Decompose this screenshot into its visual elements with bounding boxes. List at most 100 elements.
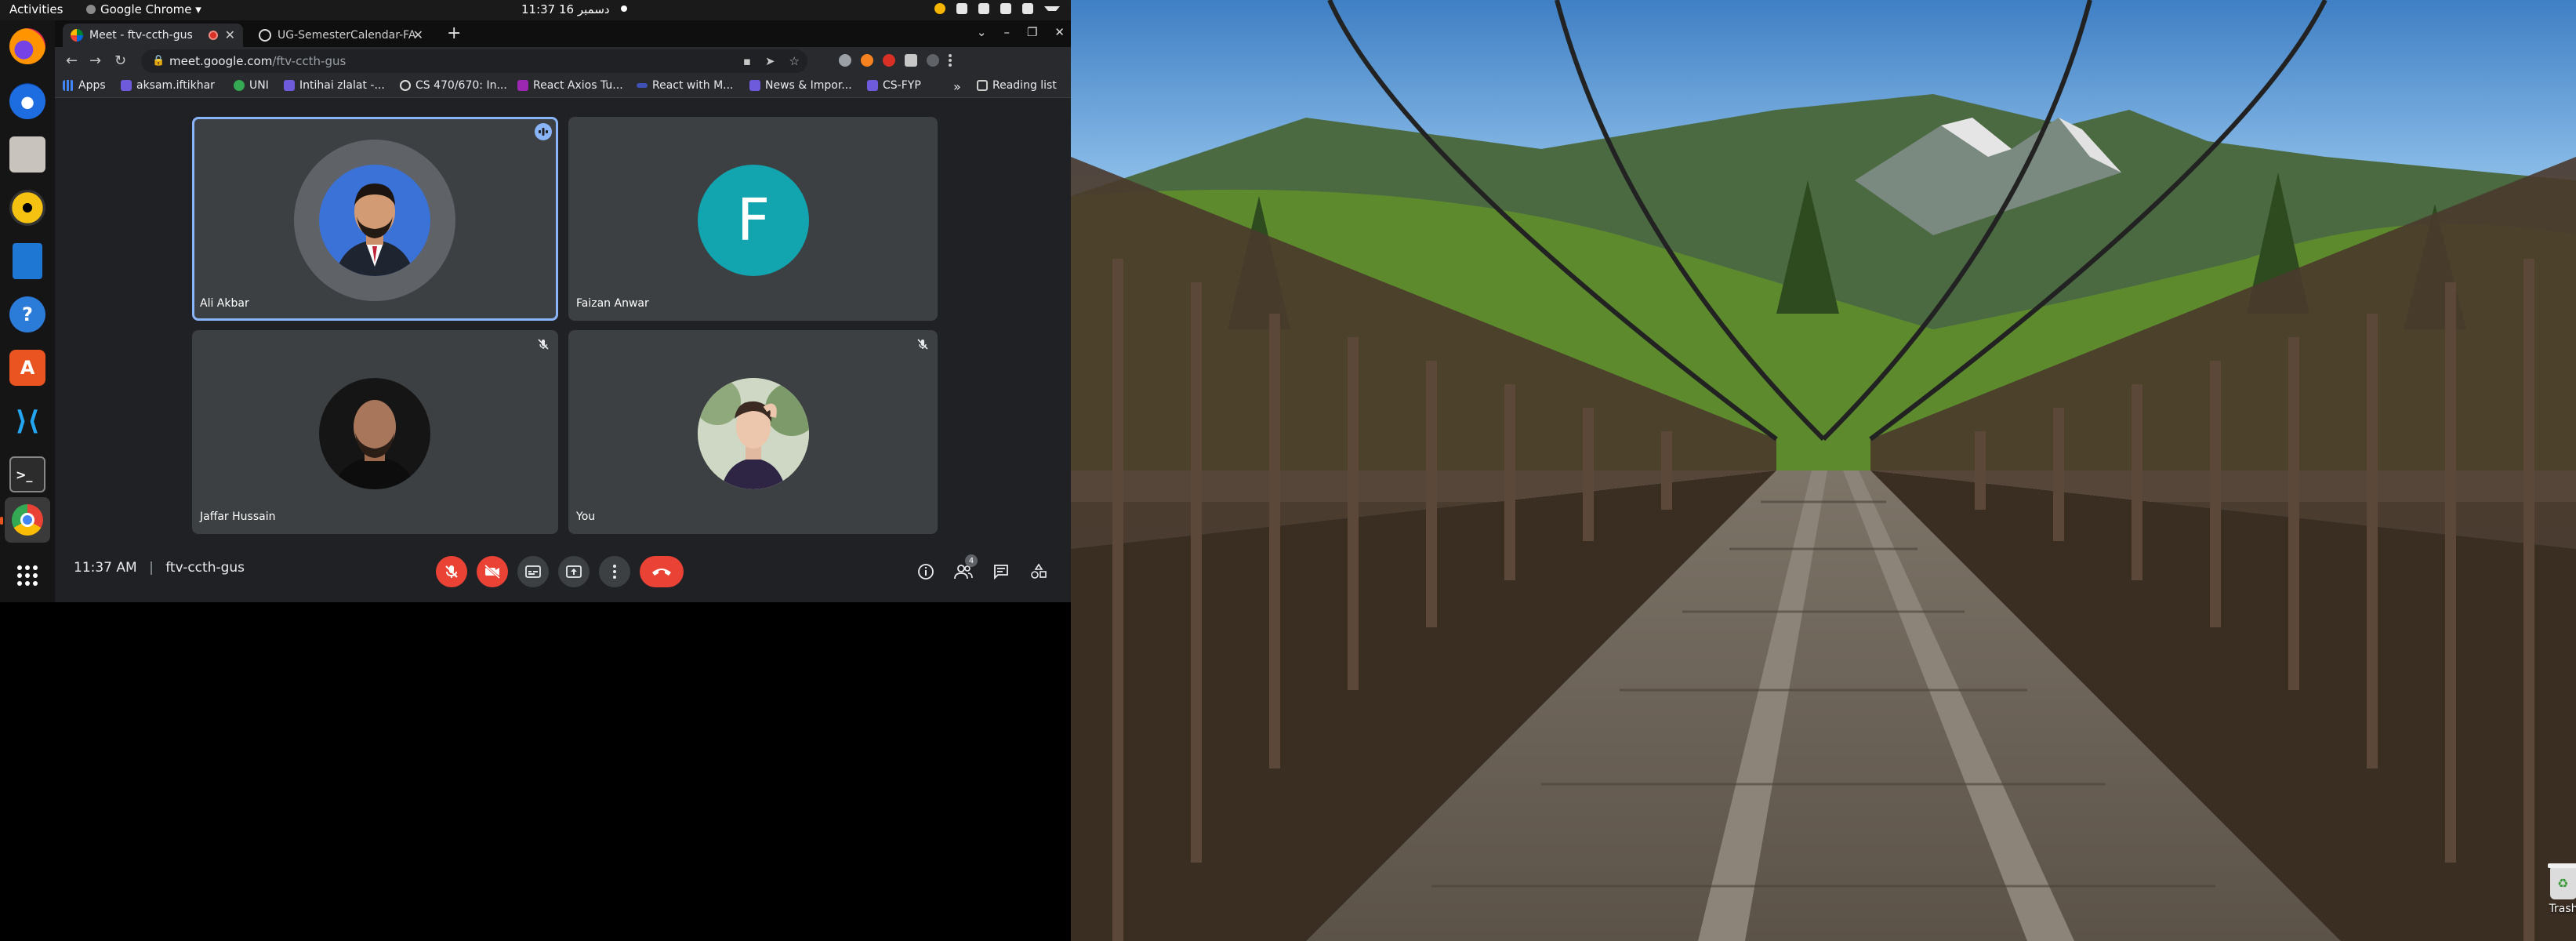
captions-button[interactable] xyxy=(517,556,549,587)
bookmarks-overflow-icon[interactable]: » xyxy=(953,79,961,94)
show-everyone-button[interactable]: 4 xyxy=(954,554,978,581)
participant-count-badge: 4 xyxy=(965,554,978,567)
participant-tile[interactable]: Ali Akbar xyxy=(192,117,558,321)
bookmark-item[interactable]: News & Impor... xyxy=(749,79,852,92)
extension-orange-icon[interactable] xyxy=(861,54,873,67)
bookmark-label: News & Impor... xyxy=(765,79,852,92)
show-applications-icon[interactable] xyxy=(9,558,45,594)
system-tray[interactable] xyxy=(934,3,1060,14)
leave-call-button[interactable] xyxy=(640,556,684,587)
terminal-icon[interactable]: >_ xyxy=(9,456,45,492)
meet-control-bar: 11:37 AM | ftv-ccth-gus 4 xyxy=(55,541,1071,602)
bookmark-item[interactable]: aksam.iftikhar xyxy=(121,79,215,92)
close-window-icon[interactable]: ✕ xyxy=(1054,25,1065,39)
files-icon[interactable] xyxy=(9,136,45,173)
close-tab-icon[interactable]: ✕ xyxy=(225,27,235,42)
bookmark-favicon-icon xyxy=(637,83,648,88)
mic-off-icon xyxy=(445,565,458,578)
vscode-icon[interactable]: ⟩⟨ xyxy=(9,403,45,439)
participant-tile[interactable]: You xyxy=(568,330,938,534)
url-host: meet.google.com xyxy=(169,54,273,68)
closed-captions-icon xyxy=(525,565,541,578)
camera-in-use-icon[interactable]: ▪ xyxy=(743,54,751,68)
participant-name: Faizan Anwar xyxy=(576,297,649,310)
bookmark-favicon-icon xyxy=(400,80,411,91)
url-path: /ftv-ccth-gus xyxy=(272,54,346,68)
meeting-code: ftv-ccth-gus xyxy=(165,560,245,576)
forward-icon[interactable]: → xyxy=(89,53,101,69)
participant-tile[interactable]: F Faizan Anwar xyxy=(568,117,938,321)
url-text: meet.google.com/ftv-ccth-gus xyxy=(169,54,346,68)
network-icon xyxy=(956,3,967,14)
chrome-menu-icon[interactable] xyxy=(949,54,955,67)
help-icon[interactable]: ? xyxy=(9,296,45,332)
participant-tile[interactable]: Jaffar Hussain xyxy=(192,330,558,534)
meeting-details-button[interactable] xyxy=(916,562,935,581)
apps-grid-icon xyxy=(63,80,74,91)
chat-button[interactable] xyxy=(992,562,1010,581)
tab-calendar[interactable]: UG-SemesterCalendar-FA ✕ xyxy=(251,24,431,47)
wallpaper-bridge-image xyxy=(1071,0,2576,941)
avatar xyxy=(698,378,809,489)
bookmark-star-icon[interactable]: ☆ xyxy=(789,54,800,68)
tab-strip: Meet - ftv-ccth-gus ✕ UG-SemesterCalenda… xyxy=(55,20,1071,47)
reading-list-icon xyxy=(977,80,988,91)
bookmark-apps[interactable]: Apps xyxy=(63,79,106,92)
avatar xyxy=(319,165,430,276)
address-bar[interactable]: 🔒 meet.google.com/ftv-ccth-gus ▪ ➤ ☆ xyxy=(141,49,807,73)
send-icon[interactable]: ➤ xyxy=(765,54,775,68)
software-center-icon[interactable]: A xyxy=(9,350,45,386)
present-screen-button[interactable] xyxy=(558,556,590,587)
activities-panel-button[interactable] xyxy=(1029,562,1048,581)
tab-meet[interactable]: Meet - ftv-ccth-gus ✕ xyxy=(63,24,243,47)
reload-icon[interactable]: ↻ xyxy=(114,53,126,69)
recording-indicator-icon xyxy=(620,5,627,12)
minimize-icon[interactable]: – xyxy=(1003,25,1010,39)
muted-mic-icon xyxy=(538,338,549,350)
back-icon[interactable]: ← xyxy=(66,53,78,69)
avatar-initial: F xyxy=(736,187,771,254)
close-tab-icon[interactable]: ✕ xyxy=(413,27,423,42)
bookmark-item[interactable]: CS 470/670: In... xyxy=(400,79,507,92)
app-menu-label: Google Chrome ▾ xyxy=(100,2,201,16)
profile-avatar-icon[interactable] xyxy=(927,54,939,67)
extensions-puzzle-icon[interactable] xyxy=(905,54,917,67)
bookmark-item[interactable]: React Axios Tu... xyxy=(517,79,623,92)
writer-icon[interactable] xyxy=(13,243,42,279)
chrome-icon[interactable] xyxy=(5,497,50,543)
bookmark-item[interactable]: Intihai zlalat -... xyxy=(284,79,385,92)
new-tab-icon[interactable]: + xyxy=(447,24,461,43)
bookmark-item[interactable]: React with M... xyxy=(637,79,734,92)
bookmark-label: React Axios Tu... xyxy=(533,79,623,92)
lock-icon[interactable]: 🔒 xyxy=(152,55,165,67)
desktop-background-dark xyxy=(0,602,1071,941)
omnibox-actions: ▪ ➤ ☆ xyxy=(743,54,800,68)
chrome-indicator-icon xyxy=(934,3,945,14)
bookmark-label: React with M... xyxy=(652,79,734,92)
active-app-indicator xyxy=(0,517,3,525)
maximize-icon[interactable]: ❐ xyxy=(1027,25,1037,39)
rhythmbox-icon[interactable] xyxy=(9,190,45,226)
camera-off-icon xyxy=(484,564,500,579)
toggle-microphone-button[interactable] xyxy=(436,556,467,587)
thunderbird-icon[interactable] xyxy=(9,83,45,119)
extension-grey-icon[interactable] xyxy=(839,54,851,67)
clock[interactable]: 11:37 16 دسمبر xyxy=(521,2,627,16)
trash-desktop-icon[interactable]: ♻ Trash xyxy=(2548,863,2576,915)
meeting-info-text: 11:37 AM | ftv-ccth-gus xyxy=(74,560,245,576)
toggle-camera-button[interactable] xyxy=(477,556,508,587)
bookmark-item[interactable]: UNI xyxy=(234,79,269,92)
extension-red-icon[interactable] xyxy=(883,54,895,67)
participant-name: Jaffar Hussain xyxy=(200,510,276,523)
reading-list[interactable]: Reading list xyxy=(977,79,1057,92)
activities-button[interactable]: Activities xyxy=(9,2,63,16)
chrome-logo-icon xyxy=(12,504,43,536)
trash-label: Trash xyxy=(2549,903,2576,915)
tab-search-icon[interactable]: ⌄ xyxy=(977,25,987,39)
more-options-button[interactable] xyxy=(599,556,630,587)
firefox-icon[interactable] xyxy=(9,28,45,64)
bookmark-item[interactable]: CS-FYP xyxy=(867,79,921,92)
app-menu[interactable]: Google Chrome ▾ xyxy=(86,2,201,16)
tab-recording-icon xyxy=(209,31,218,40)
muted-mic-icon xyxy=(917,338,928,350)
